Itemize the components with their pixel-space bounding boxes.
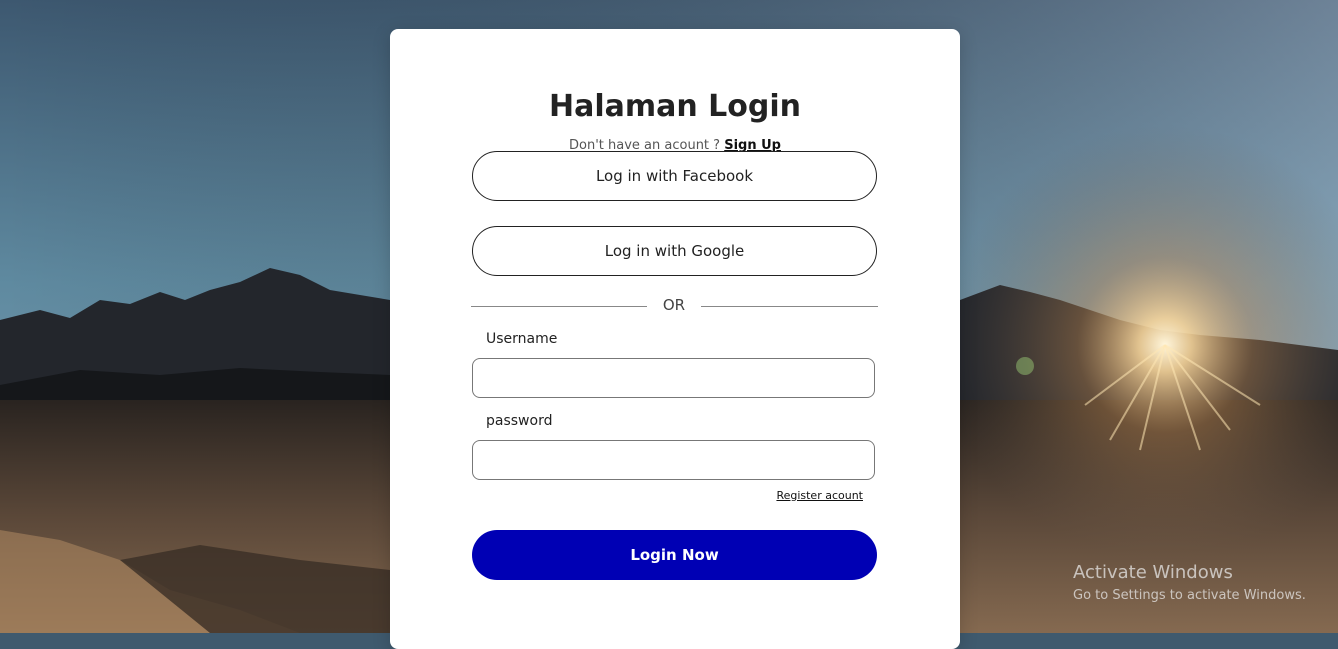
password-input[interactable] <box>472 440 875 480</box>
divider-text: OR <box>662 296 686 314</box>
watermark-title: Activate Windows <box>1073 562 1233 583</box>
login-now-button[interactable]: Login Now <box>472 530 877 580</box>
username-label: Username <box>486 331 558 347</box>
login-card: Halaman Login Don't have an acount ? Sig… <box>390 29 960 649</box>
divider-line-left <box>471 306 647 307</box>
windows-activation-watermark: Activate Windows Go to Settings to activ… <box>1073 562 1306 606</box>
watermark-subtitle: Go to Settings to activate Windows. <box>1073 588 1306 603</box>
or-divider: OR <box>471 296 878 316</box>
page-title: Halaman Login <box>548 89 802 124</box>
google-login-button[interactable]: Log in with Google <box>472 226 877 276</box>
divider-line-right <box>701 306 878 307</box>
facebook-login-button[interactable]: Log in with Facebook <box>472 151 877 201</box>
register-account-link[interactable]: Register acount <box>390 489 863 502</box>
username-input[interactable] <box>472 358 875 398</box>
password-label: password <box>486 413 553 429</box>
